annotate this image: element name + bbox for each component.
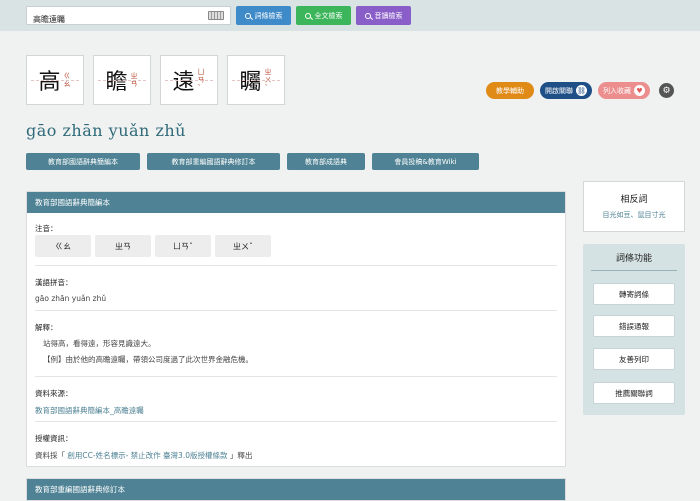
- entry-functions-title: 詞條功能: [591, 251, 677, 271]
- entry-functions-box: 詞條功能 轉寄詞條 錯誤通報 友善列印 推薦關聯詞: [583, 244, 685, 415]
- pinyin-section: 漢語拼音： gāo zhān yuǎn zhǔ: [35, 277, 557, 303]
- source-section: 資料來源： 教育部國語辭典簡編本_高瞻遠矚: [35, 388, 557, 416]
- link-icon: ⛓: [576, 85, 587, 96]
- keyboard-icon[interactable]: [208, 11, 224, 20]
- page-title-pinyin: gāo zhān yuǎn zhǔ: [26, 121, 186, 140]
- definition-label: 解釋：: [35, 323, 58, 332]
- tab-idiom-dictionary[interactable]: 教育部成語典: [287, 153, 365, 170]
- search-input[interactable]: [27, 11, 197, 28]
- zhuyin-section: 注音：: [35, 223, 557, 234]
- dictionary-entry-panel: 教育部國語辭典簡編本 注音： ㄍㄠ ㄓㄢ ㄩㄢˇ ㄓㄨˇ 漢語拼音： gāo z…: [26, 191, 566, 467]
- antonym-title: 相反詞: [620, 195, 648, 205]
- print-button[interactable]: 友善列印: [593, 348, 675, 370]
- license-label: 授權資訊：: [35, 434, 73, 443]
- fulltext-search-label: 全文檢索: [314, 11, 343, 20]
- search-icon: [304, 12, 311, 19]
- license-link[interactable]: 創用CC-姓名標示- 禁止改作 臺灣3.0版授權條款: [67, 451, 227, 460]
- panel-header: 教育部重編國語辭典修訂本: [27, 479, 565, 500]
- forward-entry-button[interactable]: 轉寄詞條: [593, 283, 675, 305]
- open-relations-button[interactable]: 開啟關聯 ⛓: [540, 82, 592, 99]
- source-link[interactable]: 教育部國語辭典簡編本_高瞻遠矚: [35, 405, 557, 416]
- pinyin-label: 漢語拼音：: [35, 278, 73, 287]
- antonym-value[interactable]: 目光如豆、鼠目寸光: [584, 210, 684, 220]
- pinyin-value: gāo zhān yuǎn zhǔ: [35, 294, 107, 303]
- heart-icon: ♥: [634, 85, 645, 96]
- license-suffix: 」釋出: [229, 451, 253, 460]
- char-card-2[interactable]: 瞻 ㄓㄢ: [93, 55, 151, 105]
- license-section: 授權資訊： 資料採「 創用CC-姓名標示- 禁止改作 臺灣3.0版授權條款 」釋…: [35, 433, 557, 461]
- fulltext-search-button[interactable]: 全文檢索: [296, 6, 351, 25]
- source-label: 資料來源：: [35, 389, 73, 398]
- settings-icon[interactable]: ⚙: [659, 83, 674, 98]
- search-icon: [244, 12, 251, 19]
- example-text: 【例】由於他的高瞻遠矚，帶領公司度過了此次世界金融危機。: [43, 355, 253, 364]
- char-card-1[interactable]: 高 ㄍㄠ: [26, 55, 84, 105]
- entry-search-label: 詞條檢索: [254, 11, 283, 20]
- recommend-related-button[interactable]: 推薦關聯詞: [593, 382, 675, 404]
- open-relations-label: 開啟關聯: [545, 86, 573, 95]
- revised-dictionary-panel: 教育部重編國語辭典修訂本: [26, 478, 566, 501]
- add-favorite-label: 列入收藏: [603, 86, 631, 95]
- char-card-4[interactable]: 矚 ㄓㄨˇ: [227, 55, 285, 105]
- tab-revised-dictionary[interactable]: 教育部重編國語辭典修訂本: [147, 153, 280, 170]
- zhuyin-box: ㄍㄠ: [35, 235, 91, 257]
- pronunciation-search-label: 音讀檢索: [374, 11, 403, 20]
- search-icon: [364, 12, 371, 19]
- report-error-button[interactable]: 錯誤通報: [593, 315, 675, 337]
- zhuyin-boxes: ㄍㄠ ㄓㄢ ㄩㄢˇ ㄓㄨˇ: [35, 235, 271, 257]
- definition-section: 解釋： 站得高，看得遠，形容見識遠大。 【例】由於他的高瞻遠矚，帶領公司度過了此…: [35, 322, 557, 365]
- antonym-box: 相反詞 目光如豆、鼠目寸光: [583, 181, 685, 232]
- tab-concise-dictionary[interactable]: 教育部國語辭典簡編本: [26, 153, 140, 170]
- panel-header: 教育部國語辭典簡編本: [27, 192, 565, 213]
- zhuyin-box: ㄩㄢˇ: [155, 235, 211, 257]
- entry-search-button[interactable]: 詞條檢索: [236, 6, 291, 25]
- char-card-3[interactable]: 遠 ㄩㄢˇ: [160, 55, 218, 105]
- teaching-assist-button[interactable]: 教學輔助: [486, 82, 534, 99]
- top-search-bar: 詞條檢索 全文檢索 音讀檢索: [0, 0, 700, 31]
- zhuyin-box: ㄓㄨˇ: [215, 235, 271, 257]
- license-prefix: 資料採「: [35, 451, 65, 460]
- add-favorite-button[interactable]: 列入收藏 ♥: [598, 82, 650, 99]
- zhuyin-box: ㄓㄢ: [95, 235, 151, 257]
- zhuyin-label: 注音：: [35, 224, 58, 233]
- tab-member-wiki[interactable]: 會員投稿&教育Wiki: [372, 153, 479, 170]
- teaching-assist-label: 教學輔助: [496, 86, 524, 95]
- search-box: [26, 6, 231, 28]
- license-text: 資料採「 創用CC-姓名標示- 禁止改作 臺灣3.0版授權條款 」釋出: [35, 450, 557, 461]
- pronunciation-search-button[interactable]: 音讀檢索: [356, 6, 411, 25]
- definition-text: 站得高，看得遠，形容見識遠大。: [43, 339, 156, 348]
